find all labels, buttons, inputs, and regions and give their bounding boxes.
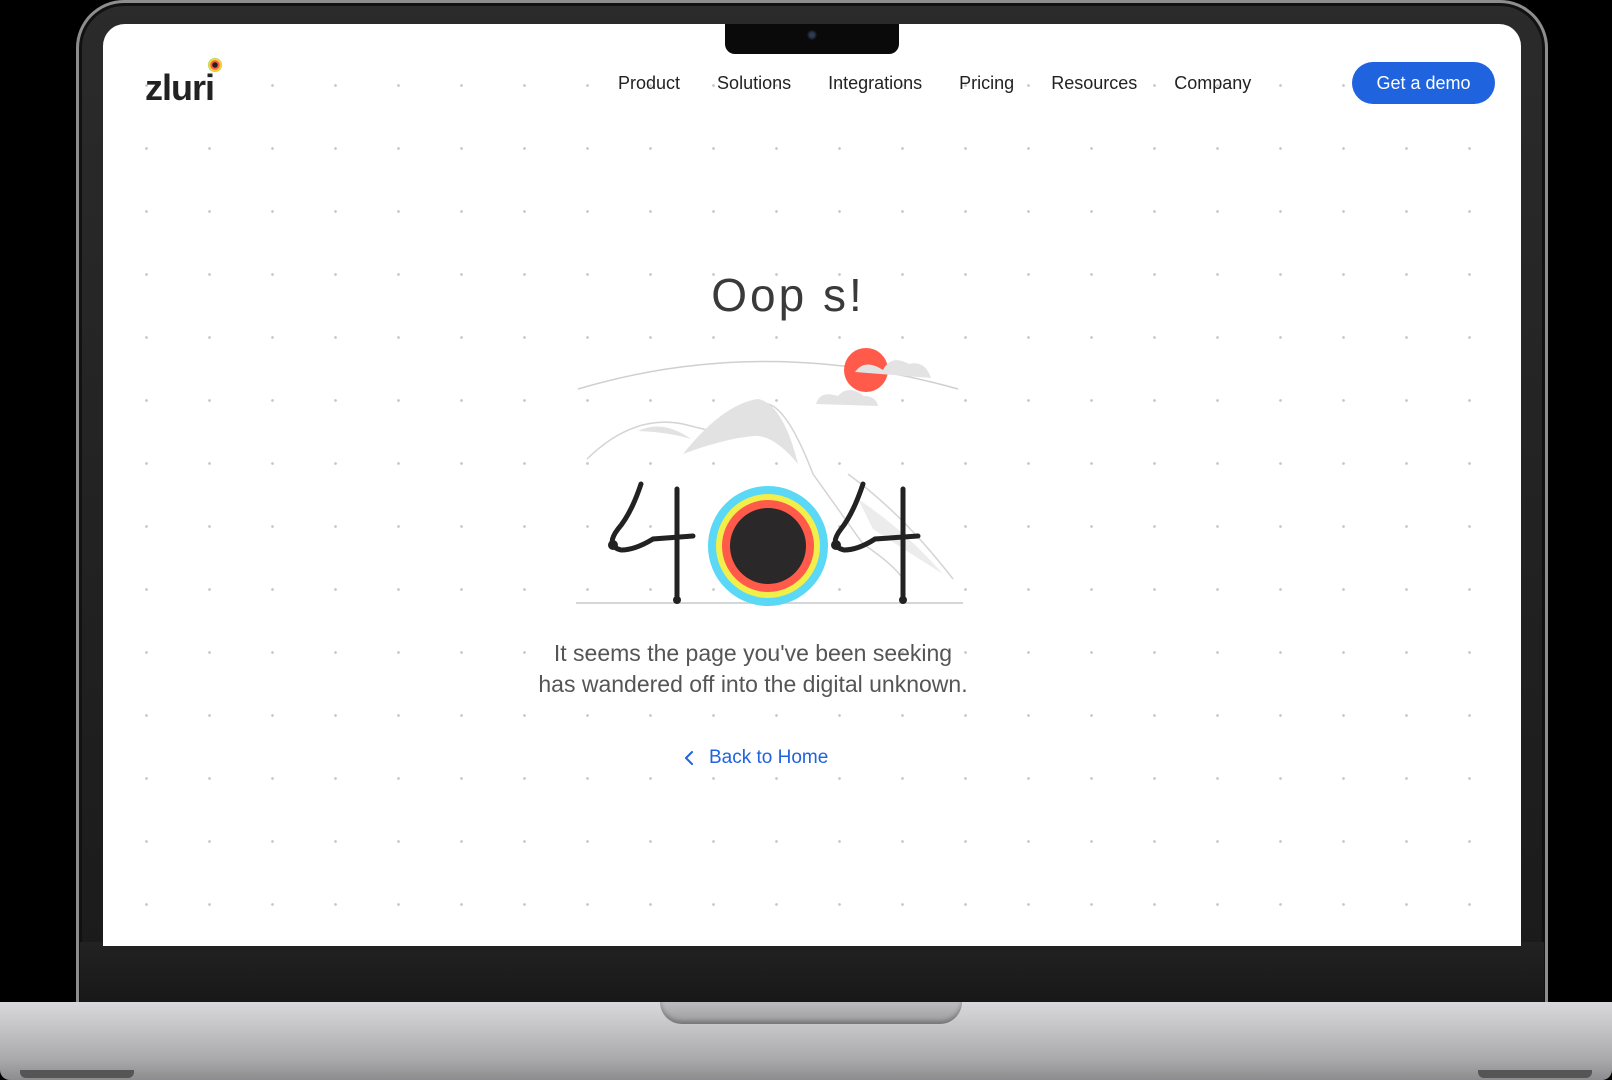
digit-zero-target [708,486,828,606]
laptop-bezel [80,942,1544,1002]
chevron-left-icon [685,751,693,765]
404-illustration [576,348,963,606]
nav-item-resources[interactable]: Resources [1051,73,1137,94]
get-demo-button[interactable]: Get a demo [1352,62,1495,104]
mountain-snow [638,426,691,439]
digit-four-left [608,481,696,604]
browser-screen: zluri Product Solutions Integrations Pri… [103,24,1521,946]
error-message-line-1: It seems the page you've been seeking [553,640,953,666]
nav-item-integrations[interactable]: Integrations [828,73,922,94]
error-message-line-2: has wandered off into the digital unknow… [538,671,968,697]
nav-item-solutions[interactable]: Solutions [717,73,791,94]
zluri-logo-icon [208,58,223,72]
nav-item-pricing[interactable]: Pricing [959,73,1014,94]
logo-wordmark: zluri [145,67,215,108]
error-message: It seems the page you've been seeking ha… [493,638,1013,700]
site-logo[interactable]: zluri [145,58,223,108]
camera-notch [725,24,899,54]
nav-item-company[interactable]: Company [1174,73,1251,94]
back-to-home-link[interactable]: Back to Home [683,744,828,772]
nav-item-product[interactable]: Product [618,73,680,94]
laptop-opening-notch [660,1002,962,1024]
main-nav: Product Solutions Integrations Pricing R… [618,68,1251,98]
laptop-mockup: zluri Product Solutions Integrations Pri… [0,0,1612,1080]
laptop-foot-right [1478,1070,1592,1078]
camera-icon [807,30,817,40]
digit-four-right [831,481,921,604]
laptop-foot-left [20,1070,134,1078]
mountain-peak [683,399,798,464]
cloud-icon-small [816,390,878,406]
back-to-home-label: Back to Home [709,747,829,768]
